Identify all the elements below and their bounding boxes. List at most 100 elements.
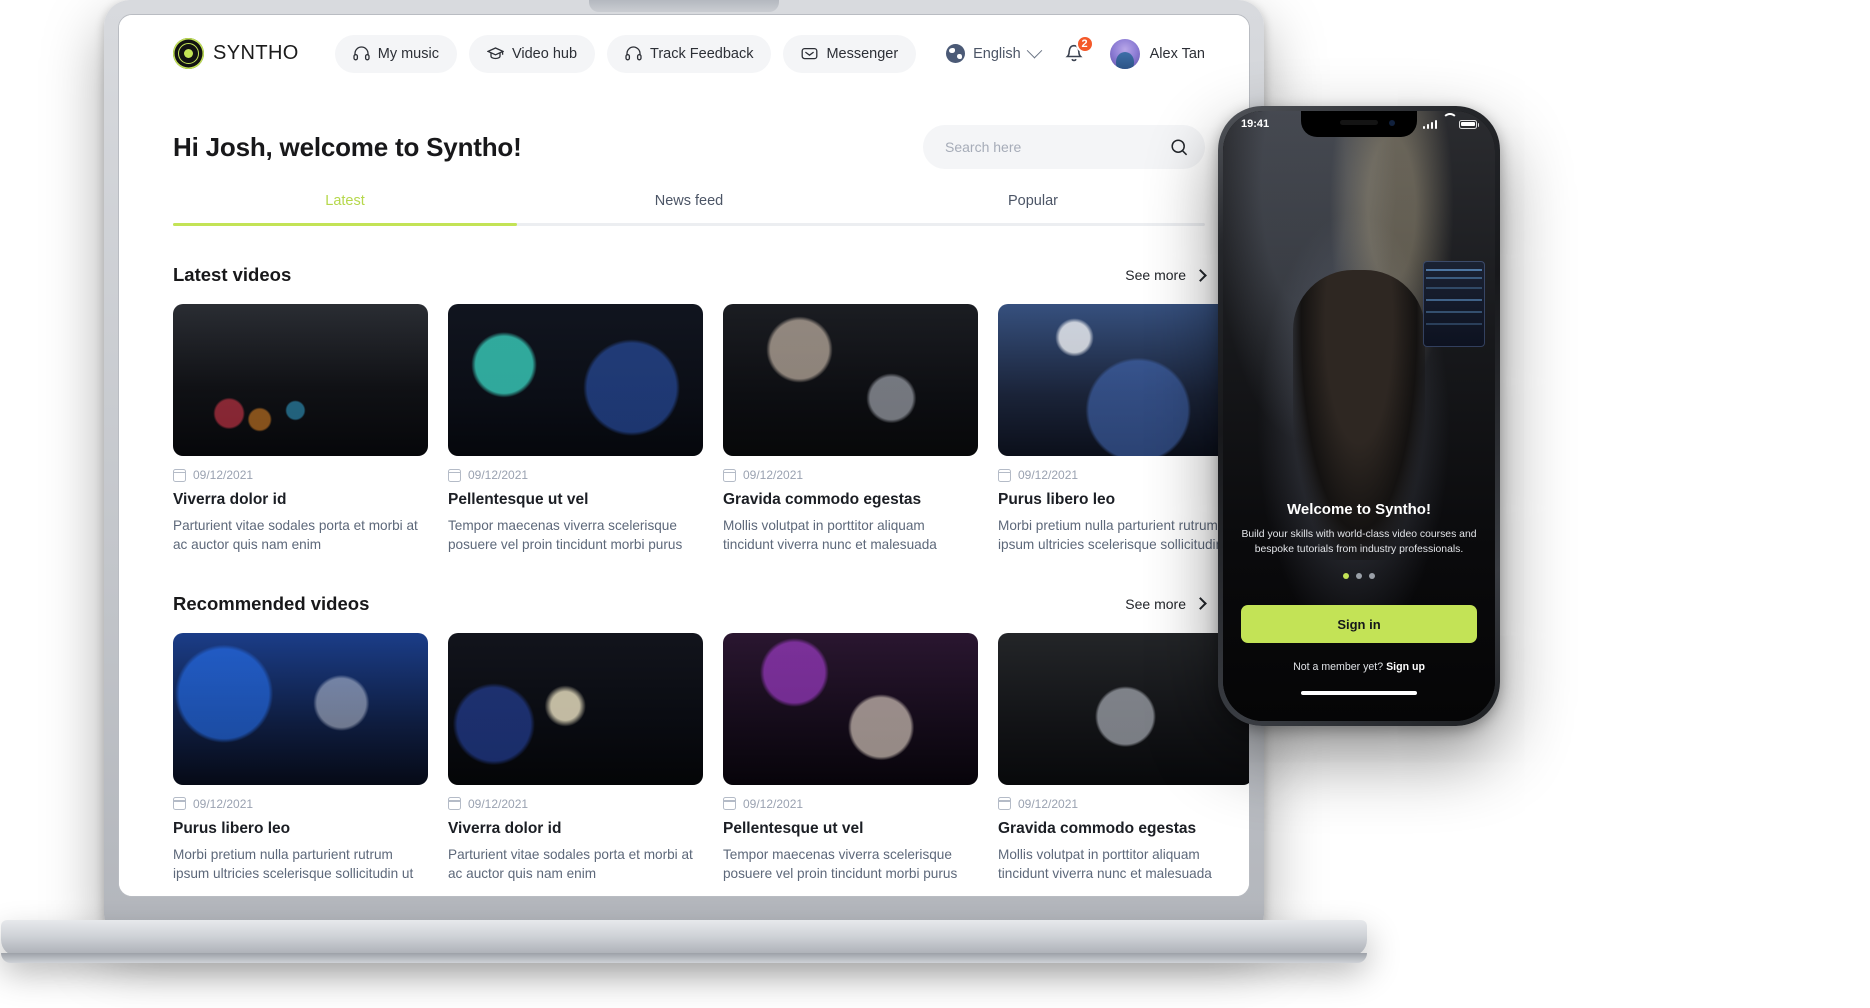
user-menu[interactable]: Alex Tan — [1109, 38, 1205, 69]
video-card[interactable]: 09/12/2021 Purus libero leo Morbi pretiu… — [173, 632, 428, 884]
page-content: Hi Josh, welcome to Syntho! Latest — [119, 93, 1249, 883]
calendar-icon — [998, 797, 1011, 811]
video-card[interactable]: 09/12/2021 Purus libero leo Morbi pretiu… — [998, 304, 1249, 555]
video-thumbnail[interactable] — [173, 632, 428, 785]
active-tab-indicator — [173, 223, 517, 226]
search-input[interactable] — [945, 139, 1162, 155]
tab-popular[interactable]: Popular — [861, 185, 1205, 223]
video-thumbnail[interactable] — [173, 304, 428, 456]
carousel-dot-1[interactable] — [1343, 573, 1349, 579]
video-card[interactable]: 09/12/2021 Pellentesque ut vel Tempor ma… — [448, 304, 703, 555]
top-bar-right: English 2 Alex Tan — [946, 34, 1205, 69]
laptop-mockup: SYNTHO My music Video hub Track Feedback… — [1, 0, 1367, 963]
sign-in-button[interactable]: Sign in — [1241, 605, 1477, 643]
laptop-lid: SYNTHO My music Video hub Track Feedback… — [104, 0, 1264, 927]
language-selector[interactable]: English — [946, 42, 1042, 63]
calendar-icon — [173, 468, 186, 482]
notification-badge: 2 — [1075, 34, 1094, 53]
tab-news-feed[interactable]: News feed — [517, 185, 861, 223]
brand-logo[interactable]: SYNTHO — [173, 38, 299, 69]
nav-item-track-feedback[interactable]: Track Feedback — [607, 34, 772, 73]
video-description: Mollis volutpat in porttitor aliquam tin… — [723, 518, 937, 553]
nav-item-label: Video hub — [511, 45, 578, 62]
video-title: Purus libero leo — [173, 819, 291, 837]
video-meta: 09/12/2021 — [723, 797, 978, 811]
video-title: Purus libero leo — [998, 491, 1116, 508]
video-meta: 09/12/2021 — [173, 468, 428, 482]
carousel-dot-2[interactable] — [1356, 573, 1362, 579]
video-date: 09/12/2021 — [193, 796, 254, 811]
laptop-base — [1, 920, 1367, 956]
video-thumbnail[interactable] — [998, 632, 1249, 785]
section-title: Latest videos — [173, 264, 292, 285]
nav-item-label: Messenger — [826, 45, 899, 62]
phone-status-bar: 19:41 — [1223, 111, 1495, 137]
video-meta: 09/12/2021 — [998, 797, 1249, 811]
video-title: Pellentesque ut vel — [448, 491, 589, 508]
calendar-icon — [998, 468, 1011, 482]
video-date: 09/12/2021 — [743, 796, 804, 811]
video-title: Pellentesque ut vel — [723, 819, 864, 837]
video-card[interactable]: 09/12/2021 Pellentesque ut vel Tempor ma… — [723, 632, 978, 884]
tab-latest[interactable]: Latest — [173, 185, 517, 223]
video-date: 09/12/2021 — [743, 468, 804, 482]
laptop-screen: SYNTHO My music Video hub Track Feedback… — [118, 14, 1250, 897]
phone-mockup: 19:41 Welcome to Syntho! Build your skil… — [1218, 106, 1500, 726]
video-thumbnail[interactable] — [723, 304, 978, 456]
nav-item-video-hub[interactable]: Video hub — [468, 34, 596, 73]
video-meta: 09/12/2021 — [723, 468, 978, 482]
video-date: 09/12/2021 — [193, 468, 254, 482]
nav-item-messenger[interactable]: Messenger — [783, 34, 917, 73]
page-title: Hi Josh, welcome to Syntho! — [173, 131, 522, 162]
video-card[interactable]: 09/12/2021 Gravida commodo egestas Molli… — [998, 632, 1249, 884]
carousel-dot-3[interactable] — [1369, 573, 1375, 579]
see-more-recommended-button[interactable]: See more — [1125, 595, 1207, 612]
content-tabs: Latest News feed Popular — [173, 185, 1205, 223]
video-thumbnail[interactable] — [448, 304, 703, 456]
video-thumbnail[interactable] — [448, 632, 703, 785]
video-description: Mollis volutpat in porttitor aliquam tin… — [998, 846, 1212, 881]
carousel-dots — [1241, 573, 1477, 579]
video-card[interactable]: 09/12/2021 Viverra dolor id Parturient v… — [173, 304, 428, 555]
top-navigation-bar: SYNTHO My music Video hub Track Feedback… — [119, 15, 1249, 93]
user-name: Alex Tan — [1149, 45, 1205, 62]
laptop-foot — [1, 953, 1367, 963]
video-thumbnail[interactable] — [998, 304, 1249, 456]
search-icon — [1171, 138, 1188, 155]
see-more-latest-button[interactable]: See more — [1125, 267, 1207, 283]
recommended-videos-list: 09/12/2021 Purus libero leo Morbi pretiu… — [173, 632, 1249, 884]
language-label: English — [973, 45, 1021, 62]
video-meta: 09/12/2021 — [448, 468, 703, 482]
sign-up-link[interactable]: Sign up — [1386, 661, 1425, 673]
search-box[interactable] — [923, 125, 1205, 169]
cellular-bars-icon — [1422, 119, 1437, 129]
video-thumbnail[interactable] — [723, 632, 978, 785]
nav-item-my-music[interactable]: My music — [334, 34, 457, 73]
calendar-icon — [723, 468, 736, 482]
vinyl-record-icon — [173, 38, 204, 69]
video-title: Viverra dolor id — [448, 819, 562, 837]
brand-name: SYNTHO — [213, 42, 299, 64]
video-card[interactable]: 09/12/2021 Viverra dolor id Parturient v… — [448, 632, 703, 884]
section-title: Recommended videos — [173, 592, 370, 614]
video-description: Tempor maecenas viverra scelerisque posu… — [448, 518, 683, 553]
section-header-recommended: Recommended videos See more — [173, 592, 1207, 615]
video-meta: 09/12/2021 — [998, 468, 1249, 482]
tabs-underline — [173, 223, 1205, 226]
notifications-button[interactable]: 2 — [1062, 34, 1094, 69]
video-title: Gravida commodo egestas — [998, 819, 1197, 837]
chevron-right-icon — [1194, 597, 1207, 610]
onboarding-subtitle: Build your skills with world-class video… — [1241, 528, 1477, 555]
headphones-icon — [625, 46, 642, 61]
calendar-icon — [448, 797, 461, 811]
video-date: 09/12/2021 — [1018, 468, 1079, 482]
wifi-icon — [1442, 120, 1454, 129]
signup-prompt-label: Not a member yet? — [1293, 661, 1387, 673]
headphones-icon — [353, 46, 370, 61]
laptop-hinge-notch — [589, 0, 779, 12]
status-icons — [1422, 119, 1480, 129]
video-card[interactable]: 09/12/2021 Gravida commodo egestas Molli… — [723, 304, 978, 555]
calendar-icon — [448, 468, 461, 482]
latest-videos-list: 09/12/2021 Viverra dolor id Parturient v… — [173, 304, 1249, 555]
see-more-label: See more — [1125, 595, 1186, 612]
